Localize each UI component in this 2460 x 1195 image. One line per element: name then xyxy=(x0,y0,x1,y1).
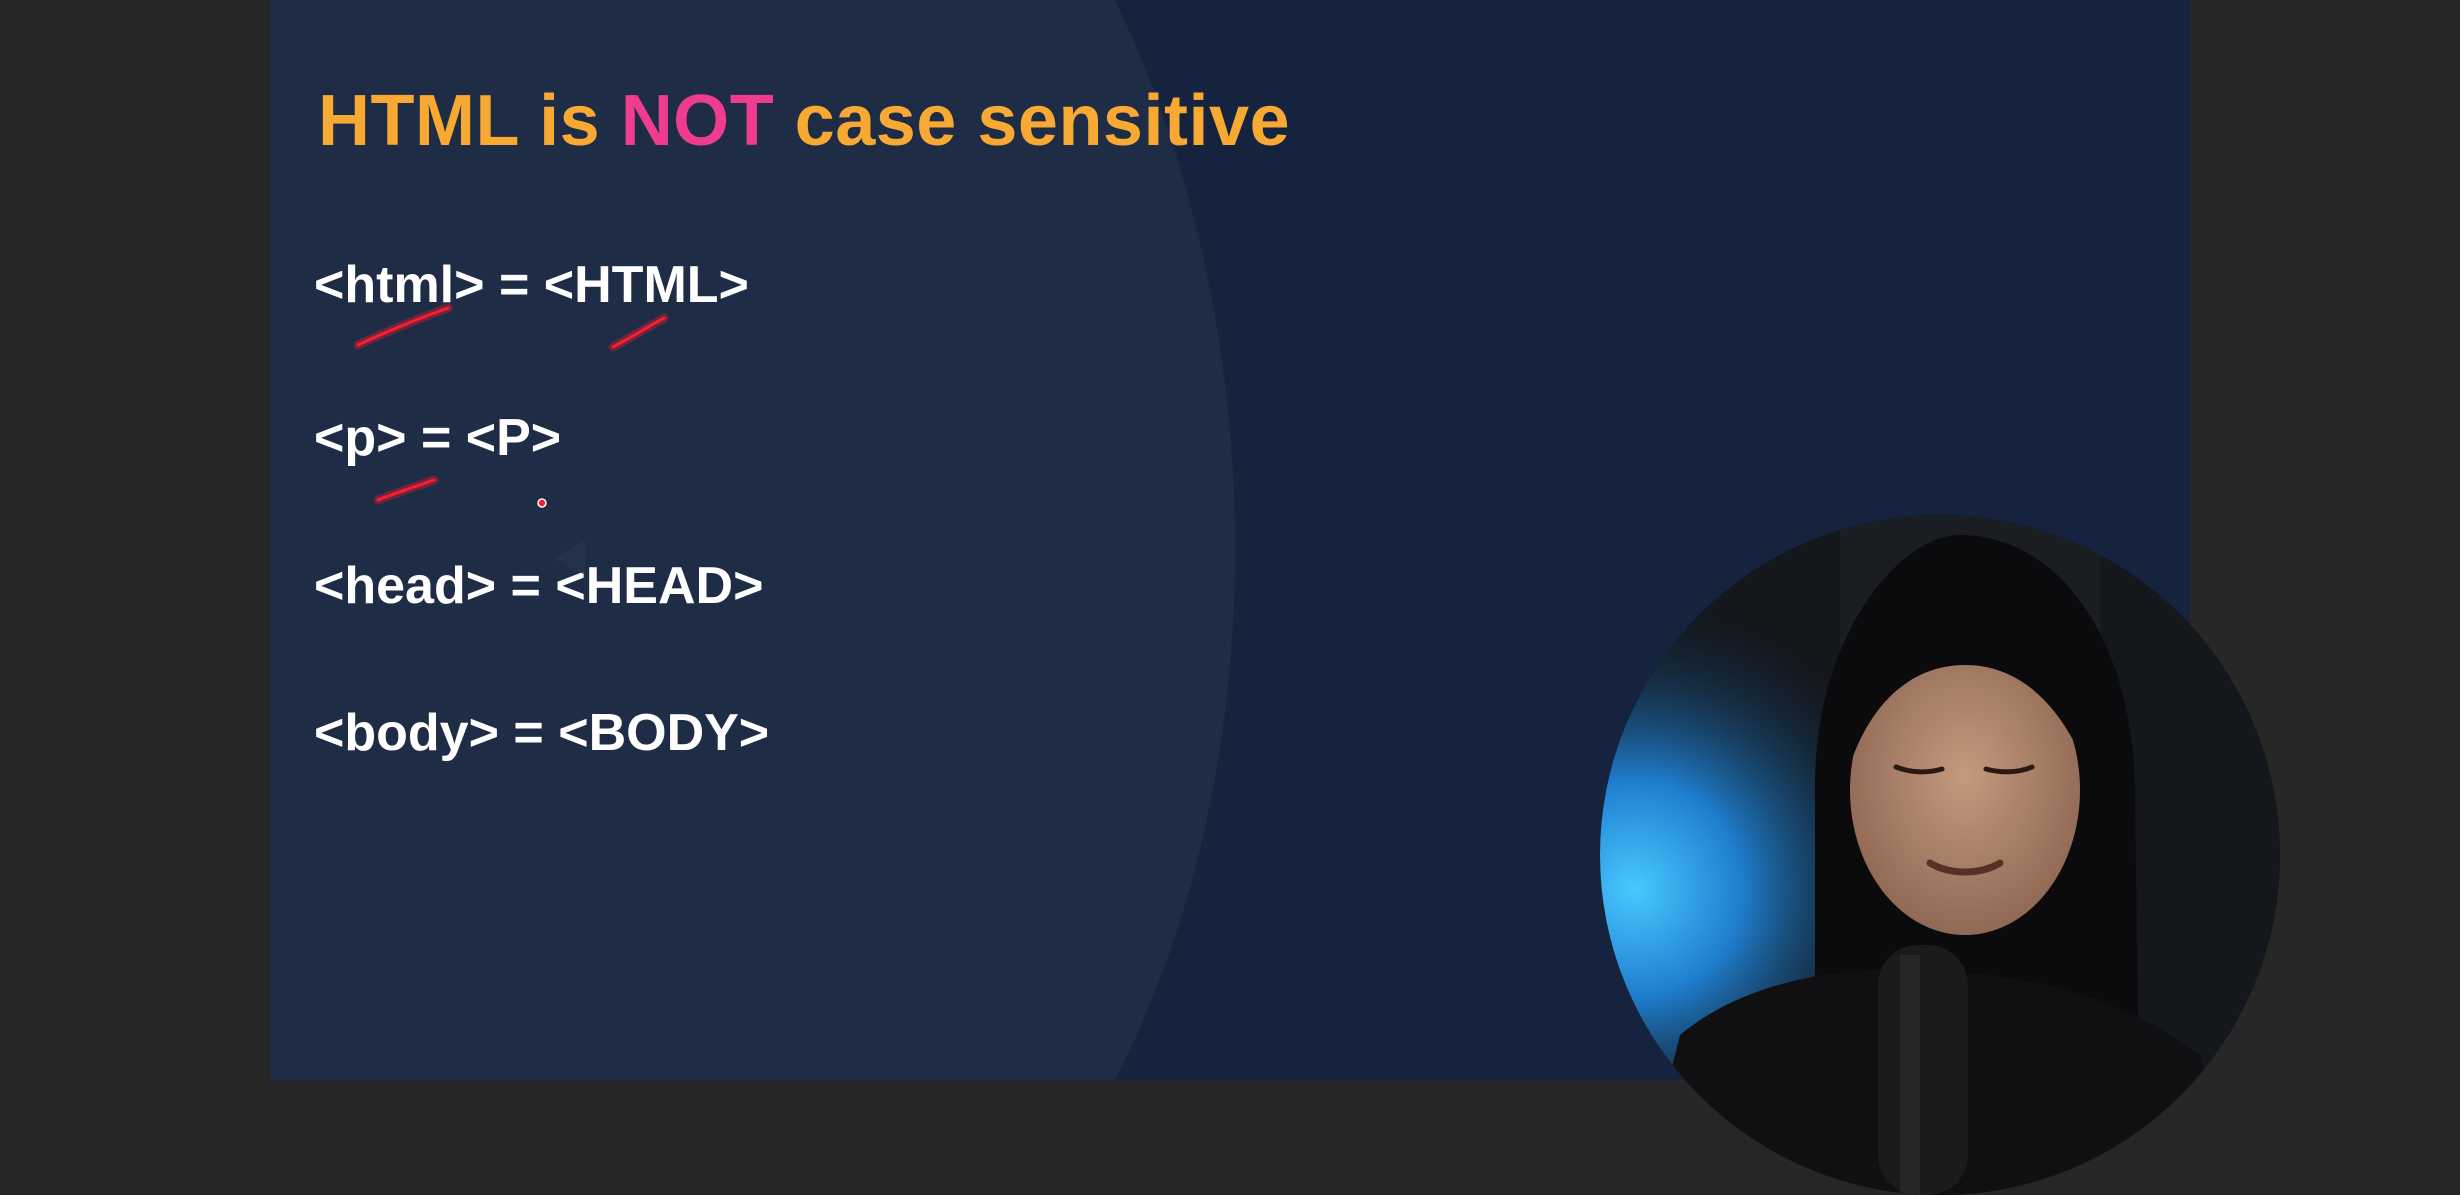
code-line-head: <head> = <HEAD> xyxy=(314,557,764,615)
presenter-webcam xyxy=(1600,515,2280,1195)
title-part-not: NOT xyxy=(620,81,775,161)
code-line-p: <p> = <P> xyxy=(314,409,562,467)
title-part-html-is: HTML is xyxy=(318,81,621,161)
code-line-body: <body> = <BODY> xyxy=(314,704,770,762)
title-part-case-sensitive: case sensitive xyxy=(774,81,1291,161)
slide-title: HTML is NOT case sensitive xyxy=(318,78,1290,164)
left-letterbox xyxy=(0,0,270,1080)
presenter-webcam-icon xyxy=(1600,515,2280,1195)
code-line-html: <html> = <HTML> xyxy=(314,256,749,314)
